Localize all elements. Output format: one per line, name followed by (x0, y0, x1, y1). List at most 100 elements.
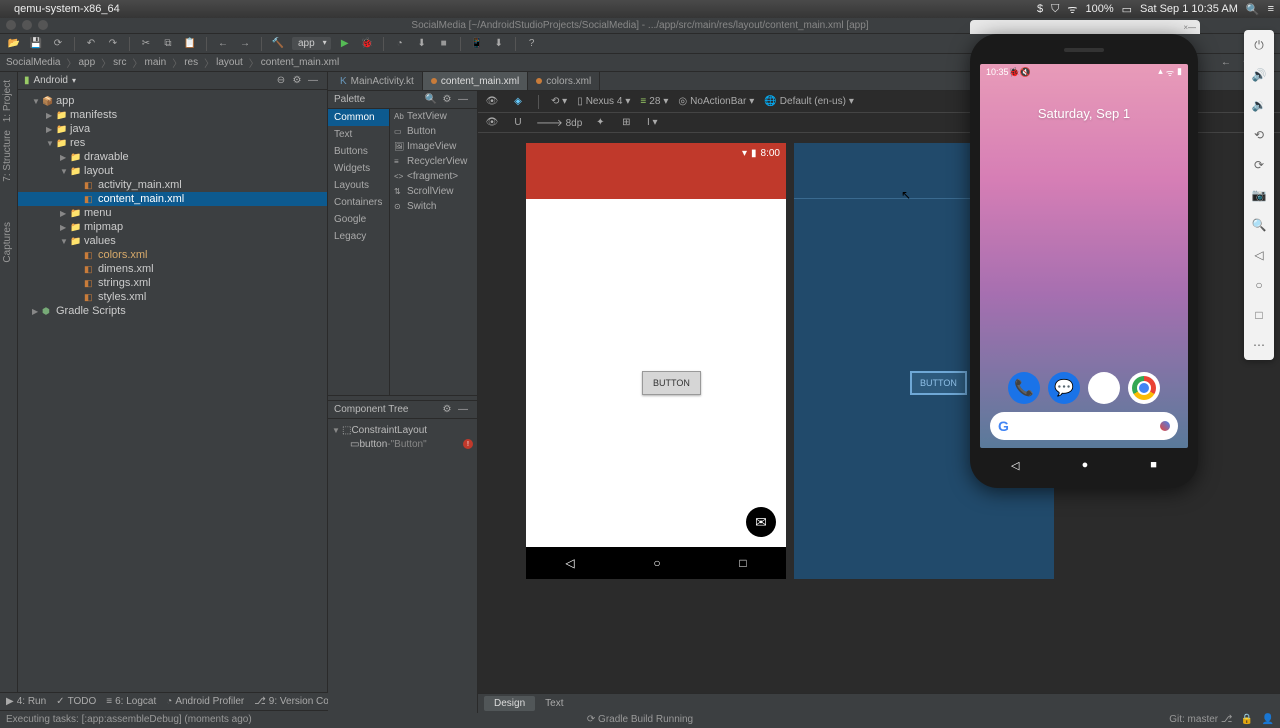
blueprint-button[interactable]: BUTTON (910, 371, 967, 395)
preview-fab[interactable]: ✉ (746, 507, 776, 537)
locale-selector[interactable]: 🌐 Default (en-us) ▾ (764, 96, 854, 107)
tw-logcat[interactable]: ≡ 6: Logcat (106, 696, 156, 707)
pal-cat-google[interactable]: Google (328, 211, 389, 228)
bc-file[interactable]: content_main.xml (261, 57, 339, 68)
back-icon[interactable]: ← (215, 36, 231, 52)
shield-icon[interactable]: ⛉ (1051, 3, 1059, 16)
emulator-window[interactable]: × — 10:35 🐞 🔇 ▴ ᯤ ▮ Saturday, Sep 1 📞 💬 (970, 20, 1200, 490)
emulator-titlebar[interactable]: × — (970, 20, 1200, 34)
notifications-icon[interactable]: ≡ (1268, 3, 1274, 15)
app-menu[interactable]: qemu-system-x86_64 (14, 3, 120, 15)
tab-text[interactable]: Text (535, 696, 573, 711)
tree-colors[interactable]: ◧colors.xml (18, 248, 327, 262)
palette-search-icon[interactable]: 🔍 (423, 92, 439, 108)
avd-icon[interactable]: 📱 (469, 36, 485, 52)
pal-cat-common[interactable]: Common (328, 109, 389, 126)
theme-selector[interactable]: ◎ NoActionBar ▾ (678, 96, 754, 107)
tw-profiler[interactable]: ◔ Android Profiler (166, 696, 244, 707)
run-config-selector[interactable]: app (292, 37, 331, 50)
pal-textview[interactable]: AbTextView (390, 109, 477, 124)
pal-recyclerview[interactable]: ≡RecyclerView (390, 154, 477, 169)
gutter-project[interactable]: 1: Project (2, 80, 13, 122)
emu-home-icon[interactable]: ● (1082, 459, 1089, 471)
help-icon[interactable]: ? (524, 36, 540, 52)
menubar-datetime[interactable]: Sat Sep 1 10:35 AM (1140, 3, 1238, 15)
messages-app-icon[interactable]: 💬 (1048, 372, 1080, 404)
preview-button[interactable]: BUTTON (642, 371, 701, 395)
api-selector[interactable]: ≡ 28 ▾ (640, 96, 668, 107)
pal-cat-buttons[interactable]: Buttons (328, 143, 389, 160)
attach-icon[interactable]: ⬇ (414, 36, 430, 52)
bc-res[interactable]: res (184, 57, 198, 68)
bc-root[interactable]: SocialMedia (6, 57, 60, 68)
tab-mainactivity[interactable]: KMainActivity.kt (332, 72, 423, 90)
pal-cat-widgets[interactable]: Widgets (328, 160, 389, 177)
tree-app[interactable]: ▼📦app (18, 94, 327, 108)
pal-cat-layouts[interactable]: Layouts (328, 177, 389, 194)
project-tree[interactable]: ▼📦app ▶📁manifests ▶📁java ▼📁res ▶📁drawabl… (18, 90, 327, 322)
palette-gear-icon[interactable]: ⚙ (439, 92, 455, 108)
error-icon[interactable]: ! (463, 439, 473, 449)
pal-button[interactable]: ▭Button (390, 124, 477, 139)
tree-activity-main[interactable]: ◧activity_main.xml (18, 178, 327, 192)
hide-icon[interactable]: — (305, 73, 321, 89)
tree-drawable[interactable]: ▶📁drawable (18, 150, 327, 164)
play-store-icon[interactable] (1088, 372, 1120, 404)
tab-design[interactable]: Design (484, 696, 535, 711)
stop-icon[interactable]: ■ (436, 36, 452, 52)
save-icon[interactable]: 💾 (28, 36, 44, 52)
tree-res[interactable]: ▼📁res (18, 136, 327, 150)
component-tree[interactable]: ▼⬚ ConstraintLayout ▭ button - "Button" … (328, 419, 477, 713)
rotate-left-icon[interactable]: ⟲ (1250, 126, 1268, 144)
bc-layout[interactable]: layout (216, 57, 243, 68)
bc-app[interactable]: app (78, 57, 95, 68)
forward-icon[interactable]: → (237, 36, 253, 52)
pal-scrollview[interactable]: ⇅ScrollView (390, 184, 477, 199)
nav-prev-icon[interactable]: ← (1218, 55, 1234, 71)
pal-imageview[interactable]: 🖼ImageView (390, 139, 477, 154)
emu-back-btn-icon[interactable]: ◁ (1250, 246, 1268, 264)
power-icon[interactable]: ⏻ (1250, 36, 1268, 54)
autoconnect-icon[interactable]: U (510, 115, 526, 131)
project-view-selector[interactable]: Android (34, 75, 68, 86)
ct-constraintlayout[interactable]: ▼⬚ ConstraintLayout (332, 423, 473, 437)
debug-icon[interactable]: 🐞 (359, 36, 375, 52)
open-icon[interactable]: 📂 (6, 36, 22, 52)
tw-run[interactable]: ▶ 4: Run (6, 696, 46, 707)
tree-layout[interactable]: ▼📁layout (18, 164, 327, 178)
collapse-icon[interactable]: ⊖ (273, 73, 289, 89)
sdk-icon[interactable]: ⬇ (491, 36, 507, 52)
tab-colors[interactable]: colors.xml (528, 72, 600, 90)
copy-icon[interactable]: ⧉ (160, 36, 176, 52)
sync-icon[interactable]: ⟳ (50, 36, 66, 52)
select-icon[interactable]: 👁 (484, 115, 500, 131)
rotate-right-icon[interactable]: ⟳ (1250, 156, 1268, 174)
align-icon[interactable]: I ▾ (644, 115, 660, 131)
device-selector[interactable]: ▯ Nexus 4 ▾ (577, 96, 630, 107)
spotlight-icon[interactable]: 🔍 (1246, 3, 1260, 16)
pack-icon[interactable]: ⊞ (618, 115, 634, 131)
infer-icon[interactable]: ✦ (592, 115, 608, 131)
pal-cat-legacy[interactable]: Legacy (328, 228, 389, 245)
bc-src[interactable]: src (113, 57, 126, 68)
tree-menu[interactable]: ▶📁menu (18, 206, 327, 220)
emulator-screen[interactable]: 10:35 🐞 🔇 ▴ ᯤ ▮ Saturday, Sep 1 📞 💬 G (980, 64, 1188, 448)
emu-back-icon[interactable]: ◁ (1011, 459, 1019, 472)
pal-cat-containers[interactable]: Containers (328, 194, 389, 211)
design-preview[interactable]: ▾ ▮ 8:00 BUTTON ✉ ◁ ○ □ (526, 143, 786, 579)
dollar-icon[interactable]: $ (1037, 3, 1043, 15)
emulator-minimize-icon[interactable]: — (1188, 23, 1196, 32)
phone-app-icon[interactable]: 📞 (1008, 372, 1040, 404)
tree-gradle[interactable]: ▶⬢Gradle Scripts (18, 304, 327, 318)
ct-gear-icon[interactable]: ⚙ (439, 402, 455, 418)
chrome-app-icon[interactable] (1128, 372, 1160, 404)
tw-todo[interactable]: ✓ TODO (56, 696, 96, 707)
pal-switch[interactable]: ⊙Switch (390, 199, 477, 214)
orientation-icon[interactable]: ⟲ ▾ (551, 96, 567, 107)
tree-content-main[interactable]: ◧content_main.xml (18, 192, 327, 206)
tree-java[interactable]: ▶📁java (18, 122, 327, 136)
pal-fragment[interactable]: <><fragment> (390, 169, 477, 184)
tree-values[interactable]: ▼📁values (18, 234, 327, 248)
more-icon[interactable]: ⋯ (1250, 336, 1268, 354)
profiler-icon[interactable]: ◔ (392, 36, 408, 52)
